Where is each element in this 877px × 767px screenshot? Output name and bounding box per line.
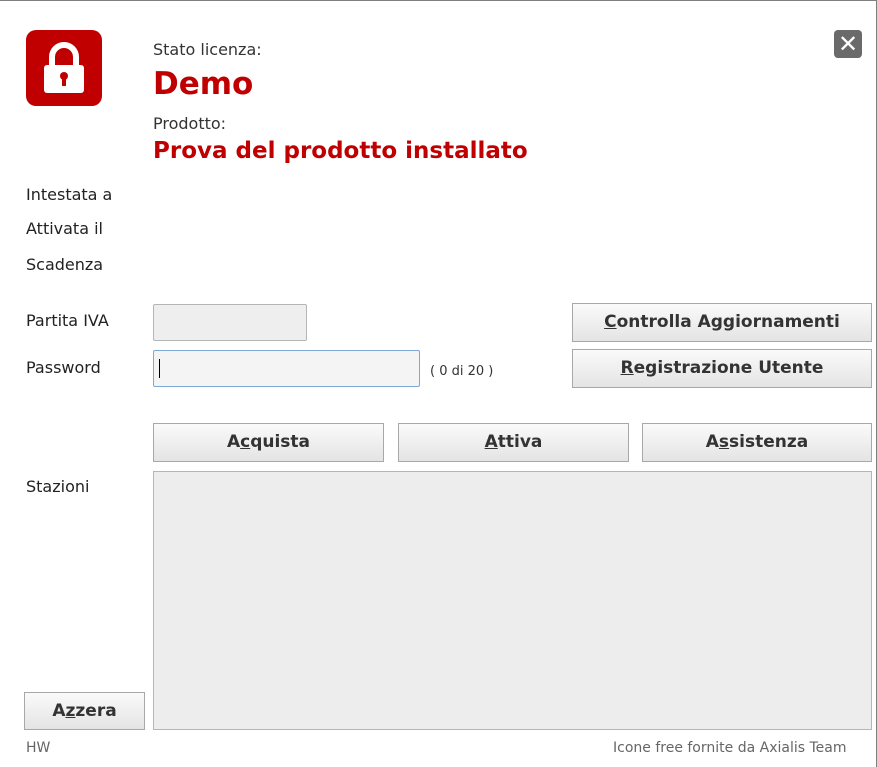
button-mnemonic: c — [240, 432, 251, 452]
user-registration-button[interactable]: Registrazione Utente — [572, 349, 872, 388]
password-field[interactable] — [153, 350, 420, 387]
button-label-pre: A — [705, 432, 719, 452]
button-mnemonic: s — [718, 432, 730, 452]
button-mnemonic: A — [484, 432, 498, 452]
intestata-label: Intestata a — [26, 185, 113, 204]
password-label: Password — [26, 358, 101, 377]
button-label-post: sistenza — [729, 432, 809, 452]
status-label: Stato licenza: — [153, 40, 262, 59]
scadenza-label: Scadenza — [26, 255, 104, 274]
reset-button[interactable]: Azzera — [24, 692, 145, 730]
button-mnemonic: R — [620, 358, 634, 378]
button-label-pre: A — [226, 432, 241, 452]
button-mnemonic: C — [604, 312, 617, 332]
footer-code: HW — [26, 740, 51, 756]
password-counter: ( 0 di 20 ) — [430, 364, 494, 379]
button-label-pre: A — [52, 701, 66, 721]
activate-button[interactable]: Attiva — [398, 423, 629, 462]
stations-label: Stazioni — [26, 477, 90, 496]
close-icon[interactable]: ✕ — [834, 30, 862, 58]
support-button[interactable]: Assistenza — [642, 423, 872, 462]
button-label-post: ttiva — [497, 432, 543, 452]
partita-iva-label: Partita IVA — [26, 311, 109, 330]
status-value: Demo — [153, 66, 254, 102]
button-label-post: zera — [75, 701, 117, 721]
text-caret — [159, 359, 160, 378]
product-label: Prodotto: — [153, 114, 227, 133]
buy-button[interactable]: Acquista — [153, 423, 384, 462]
attivata-label: Attivata il — [26, 219, 103, 238]
partita-iva-field[interactable] — [153, 304, 307, 341]
stations-list[interactable] — [153, 471, 872, 730]
footer-credits: Icone free fornite da Axialis Team — [613, 740, 847, 756]
button-label-post: egistrazione Utente — [633, 358, 824, 378]
button-label-post: ontrolla Aggiornamenti — [616, 312, 840, 332]
button-mnemonic: z — [65, 701, 76, 721]
product-value: Prova del prodotto installato — [153, 138, 528, 164]
check-updates-button[interactable]: Controlla Aggiornamenti — [572, 303, 872, 342]
lock-icon — [26, 30, 102, 106]
button-label-post: quista — [250, 432, 311, 452]
